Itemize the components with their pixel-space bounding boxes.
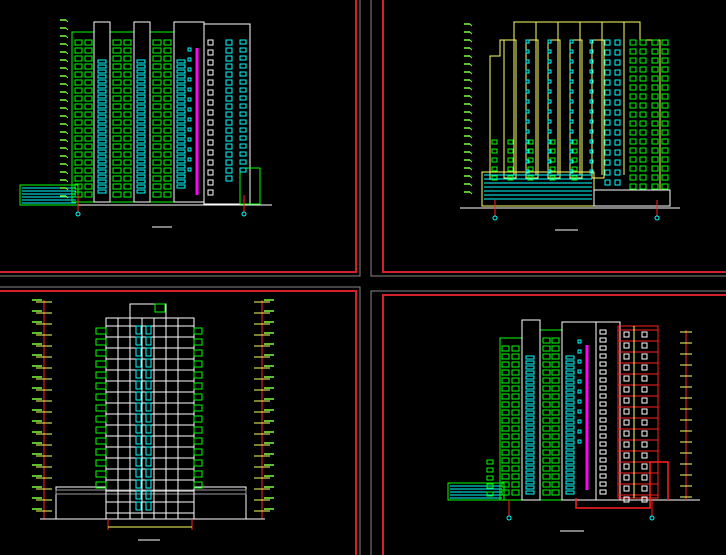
cad-drawing-sheet bbox=[0, 0, 726, 555]
sheet-background bbox=[0, 0, 726, 555]
